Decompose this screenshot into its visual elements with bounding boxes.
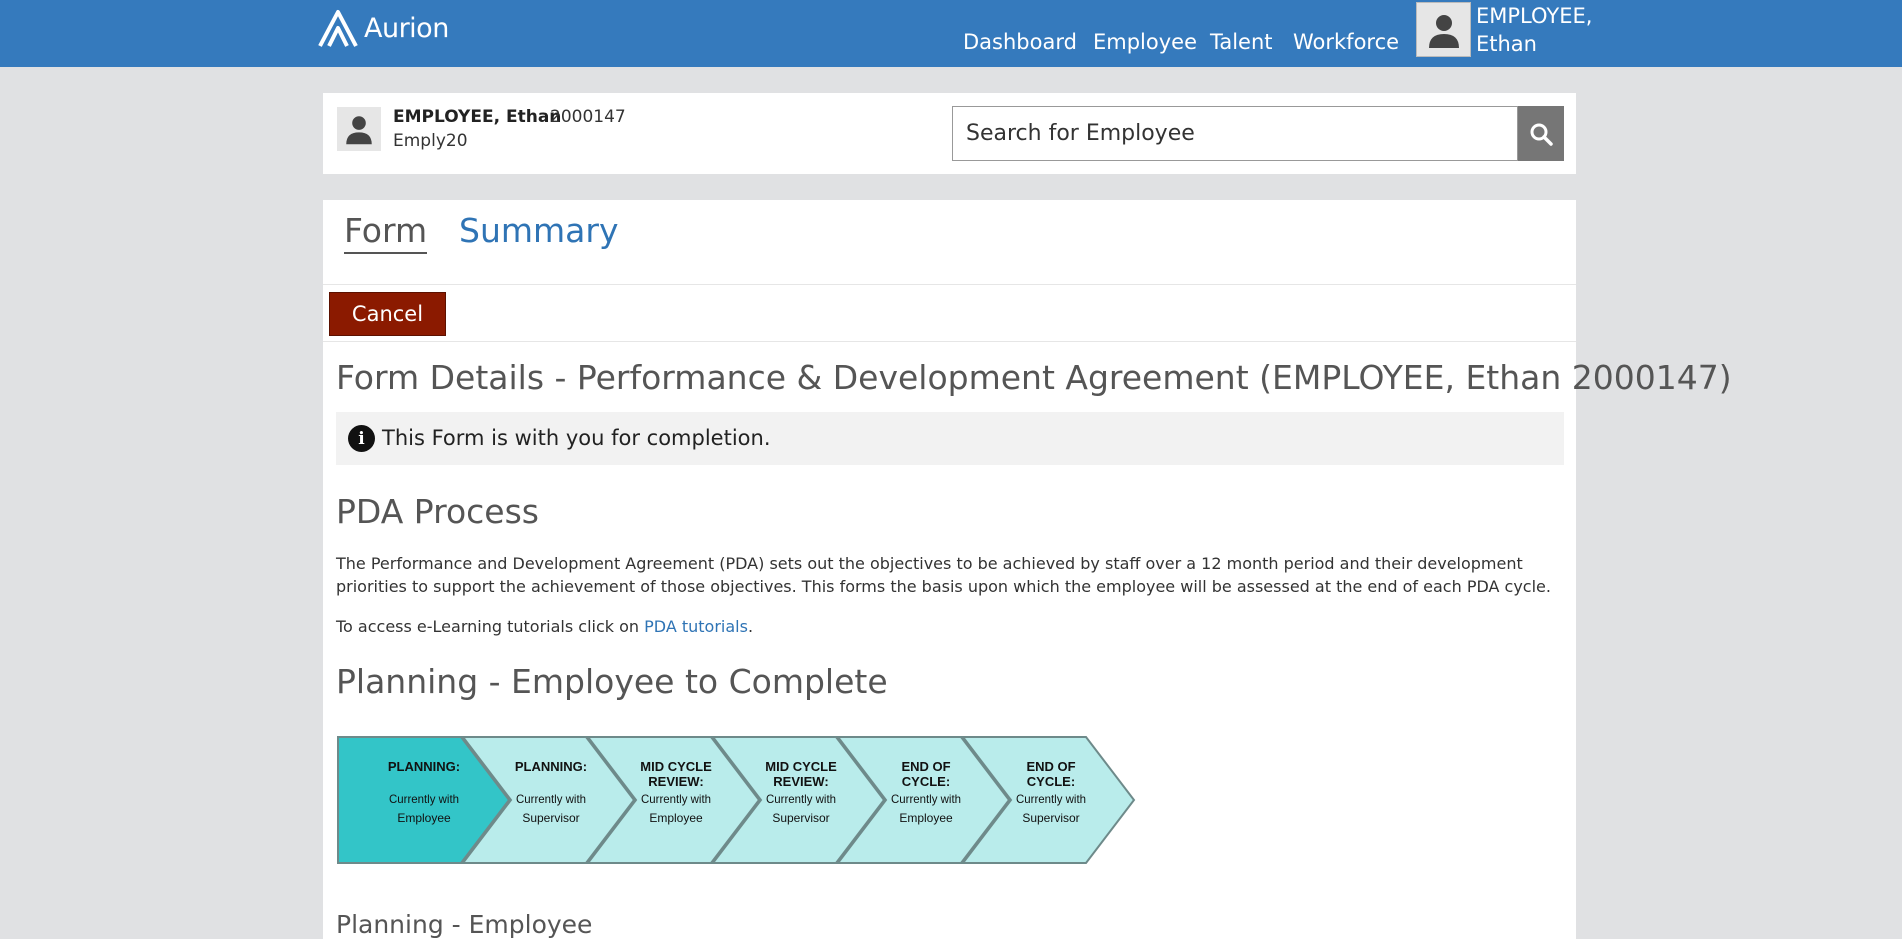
pda-tutorials-link[interactable]: PDA tutorials bbox=[644, 617, 748, 636]
nav-employee[interactable]: Employee bbox=[1093, 30, 1197, 54]
employee-name: EMPLOYEE, Ethan bbox=[393, 107, 562, 127]
process-step-status: Currently with bbox=[766, 792, 836, 806]
cancel-button[interactable]: Cancel bbox=[329, 292, 446, 336]
person-icon bbox=[346, 116, 372, 145]
process-step-status: Currently with bbox=[891, 792, 961, 806]
nav-dashboard[interactable]: Dashboard bbox=[963, 30, 1077, 54]
planning-employee-subtitle: Planning - Employee bbox=[336, 910, 593, 939]
user-name[interactable]: EMPLOYEE, Ethan bbox=[1476, 2, 1626, 58]
tutorial-text: To access e-Learning tutorials click on … bbox=[336, 615, 1566, 638]
process-step-status: Employee bbox=[397, 811, 451, 825]
user-avatar[interactable] bbox=[1416, 2, 1471, 57]
user-name-line1: EMPLOYEE, bbox=[1476, 4, 1593, 28]
process-step-title: REVIEW: bbox=[648, 774, 703, 789]
logo-text: Aurion bbox=[364, 12, 449, 44]
process-step-title: END OF bbox=[901, 759, 950, 774]
action-bar: Cancel bbox=[323, 285, 1576, 342]
process-step-title: MID CYCLE bbox=[765, 759, 837, 774]
nav-talent[interactable]: Talent bbox=[1210, 30, 1273, 54]
user-name-line2: Ethan bbox=[1476, 32, 1537, 56]
employee-code: Emply20 bbox=[393, 131, 468, 151]
tab-form[interactable]: Form bbox=[344, 211, 428, 254]
form-title: Form Details - Performance & Development… bbox=[336, 358, 1732, 397]
search-button[interactable] bbox=[1518, 106, 1564, 161]
process-step-status: Supervisor bbox=[1022, 811, 1079, 825]
tab-summary[interactable]: Summary bbox=[459, 211, 618, 250]
aurion-logo[interactable]: Aurion bbox=[316, 6, 449, 50]
main-panel: Form Summary Cancel Form Details - Perfo… bbox=[323, 200, 1732, 939]
aurion-logo-icon bbox=[318, 10, 358, 47]
process-step-status: Employee bbox=[899, 811, 953, 825]
employee-id: 2000147 bbox=[550, 107, 626, 127]
tab-bar: Form Summary bbox=[323, 200, 1576, 285]
tutorial-suffix: . bbox=[747, 617, 754, 636]
process-step-status: Currently with bbox=[1016, 792, 1086, 806]
process-step-title: PLANNING: bbox=[388, 759, 460, 774]
process-step-title: PLANNING: bbox=[515, 759, 587, 774]
search-icon bbox=[1530, 123, 1553, 146]
info-icon: i bbox=[348, 425, 375, 452]
tutorial-prefix: To access e-Learning tutorials click on bbox=[336, 617, 645, 636]
process-step-status: Currently with bbox=[516, 792, 586, 806]
process-step-status: Employee bbox=[649, 811, 703, 825]
process-step-title: REVIEW: bbox=[773, 774, 828, 789]
process-step-status: Currently with bbox=[641, 792, 711, 806]
process-step-title: END OF bbox=[1026, 759, 1075, 774]
process-step-status: Supervisor bbox=[522, 811, 579, 825]
nav-workforce[interactable]: Workforce bbox=[1293, 30, 1399, 54]
employee-search-input[interactable] bbox=[952, 106, 1518, 161]
pda-process-diagram: PLANNING: Currently with Employee PLANNING:… bbox=[337, 736, 1136, 864]
employee-header-card: EMPLOYEE, Ethan 2000147 Emply20 bbox=[323, 93, 1576, 174]
top-navigation-bar: Aurion Dashboard Employee Talent Workfor… bbox=[0, 0, 1902, 67]
info-text: This Form is with you for completion. bbox=[382, 426, 771, 450]
process-step-status: Supervisor bbox=[772, 811, 829, 825]
pda-process-title: PDA Process bbox=[336, 492, 539, 531]
user-icon bbox=[1428, 14, 1459, 48]
pda-description: The Performance and Development Agreemen… bbox=[336, 554, 1551, 596]
process-step-status: Currently with bbox=[389, 792, 459, 806]
process-step-title: CYCLE: bbox=[902, 774, 950, 789]
employee-avatar bbox=[337, 107, 381, 151]
planning-title: Planning - Employee to Complete bbox=[336, 662, 888, 701]
process-step-title: CYCLE: bbox=[1027, 774, 1075, 789]
info-message: i This Form is with you for completion. bbox=[336, 412, 1564, 465]
process-step-title: MID CYCLE bbox=[640, 759, 712, 774]
